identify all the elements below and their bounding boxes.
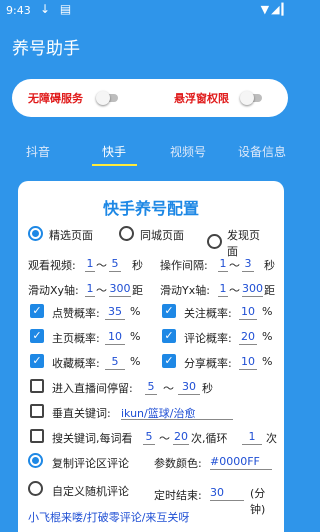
like-probability-unit: %	[130, 305, 141, 318]
search-keywords-checkbox[interactable]	[30, 429, 44, 443]
homepage-probability-checkbox[interactable]: ✓	[30, 329, 44, 343]
custom-comments-label: 自定义随机评论	[52, 485, 129, 498]
custom-comments-text[interactable]: 小飞棍来喽/打破零评论/来互关呀	[28, 509, 189, 525]
overlay-permission-toggle[interactable]	[240, 91, 264, 105]
follow-probability-unit: %	[262, 305, 273, 318]
slide-yx-max-input[interactable]: 300	[242, 282, 263, 297]
favorite-probability-input[interactable]: 5	[105, 355, 125, 370]
like-probability-input[interactable]: 35	[105, 305, 125, 320]
param-color-label: 参数颜色:	[154, 457, 202, 470]
share-probability-unit: %	[262, 355, 273, 368]
live-stay-unit: 秒	[202, 382, 213, 395]
notification-icons: ↓ ▤	[40, 2, 75, 16]
timer-end-label: 定时结束:	[154, 489, 202, 502]
overlay-permission-label: 悬浮窗权限	[174, 92, 229, 105]
vertical-keywords-checkbox[interactable]	[30, 404, 44, 418]
slide-yx-sep: ～	[229, 284, 240, 297]
live-stay-min-input[interactable]: 5	[145, 380, 157, 395]
radio-copy-comments[interactable]	[28, 453, 43, 468]
radio-custom-comments[interactable]	[28, 481, 43, 496]
accessibility-service-toggle[interactable]	[96, 91, 120, 105]
watch-video-label: 观看视频:	[28, 259, 76, 272]
watch-video-unit: 秒	[132, 259, 143, 272]
favorite-probability-checkbox[interactable]: ✓	[30, 354, 44, 368]
op-interval-unit: 秒	[264, 259, 275, 272]
follow-probability-label: 关注概率:	[184, 307, 232, 320]
favorite-probability-label: 收藏概率:	[52, 357, 100, 370]
config-title: 快手养号配置	[102, 199, 199, 218]
slide-yx-unit: 距	[264, 284, 275, 297]
vertical-keywords-label: 垂直关键词:	[52, 407, 111, 420]
homepage-probability-unit: %	[130, 330, 141, 343]
status-time: 9:43	[6, 4, 31, 17]
op-interval-sep: ～	[229, 259, 240, 272]
slide-xy-label: 滑动Xy轴:	[28, 284, 79, 297]
radio-featured-page[interactable]	[28, 226, 43, 241]
search-keywords-loop-input[interactable]: 1	[242, 430, 262, 445]
homepage-probability-input[interactable]: 10	[105, 330, 125, 345]
param-color-input[interactable]: #0000FF	[210, 455, 272, 470]
search-keywords-unit: 次,循环	[191, 432, 228, 445]
copy-comments-label: 复制评论区评论	[52, 457, 129, 470]
homepage-probability-label: 主页概率:	[52, 332, 100, 345]
follow-probability-input[interactable]: 10	[239, 305, 257, 320]
tab-shipinhao[interactable]: 视频号	[170, 143, 206, 160]
op-interval-label: 操作间隔:	[160, 259, 208, 272]
tab-device-info[interactable]: 设备信息	[238, 143, 286, 160]
follow-probability-checkbox[interactable]: ✓	[162, 304, 176, 318]
accessibility-service-label: 无障碍服务	[28, 92, 83, 105]
search-keywords-sep: ～	[159, 432, 170, 445]
search-keywords-min-input[interactable]: 5	[143, 430, 155, 445]
search-keywords-label: 搜关键词,每词看	[52, 432, 133, 445]
watch-video-min-input[interactable]: 1	[85, 257, 95, 272]
like-probability-label: 点赞概率:	[52, 307, 100, 320]
local-page-label: 同城页面	[140, 229, 184, 242]
slide-xy-unit: 距	[132, 284, 143, 297]
tab-douyin[interactable]: 抖音	[26, 143, 50, 160]
featured-page-label: 精选页面	[49, 229, 93, 242]
favorite-probability-unit: %	[130, 355, 141, 368]
share-probability-checkbox[interactable]: ✓	[162, 354, 176, 368]
live-stay-checkbox[interactable]	[30, 379, 44, 393]
comment-probability-label: 评论概率:	[184, 332, 232, 345]
status-bar: 9:43 ↓ ▤ ▼◢▎	[0, 0, 300, 22]
live-stay-sep: ～	[163, 382, 174, 395]
permissions-card: 无障碍服务 悬浮窗权限	[12, 79, 288, 117]
timer-end-unit-line1: (分	[250, 487, 266, 500]
radio-discover-page[interactable]	[207, 234, 222, 249]
tab-kuaishou[interactable]: 快手	[102, 143, 126, 160]
live-stay-label: 进入直播间停留:	[52, 382, 133, 395]
slide-xy-sep: ～	[96, 284, 107, 297]
tab-indicator	[92, 164, 137, 166]
share-probability-input[interactable]: 10	[239, 355, 257, 370]
like-probability-checkbox[interactable]: ✓	[30, 304, 44, 318]
search-keywords-max-input[interactable]: 20	[173, 430, 189, 445]
discover-page-label-line1: 发现页	[227, 229, 260, 242]
watch-video-sep: ～	[96, 259, 107, 272]
live-stay-max-input[interactable]: 30	[178, 380, 200, 395]
app-title: 养号助手	[12, 39, 80, 59]
timer-end-input[interactable]: 30	[210, 486, 244, 501]
comment-probability-checkbox[interactable]: ✓	[162, 329, 176, 343]
slide-yx-label: 滑动Yx轴:	[160, 284, 210, 297]
slide-yx-min-input[interactable]: 1	[218, 282, 228, 297]
config-panel: 快手养号配置 精选页面 同城页面 发现页 面 观看视频: 1 ～ 5 秒 操作间…	[18, 181, 284, 532]
signal-battery-icon: ▼◢▎	[260, 3, 292, 16]
op-interval-max-input[interactable]: 3	[242, 257, 254, 272]
slide-xy-max-input[interactable]: 300	[109, 282, 131, 297]
timer-end-unit-line2: 钟)	[250, 503, 266, 516]
comment-probability-input[interactable]: 20	[239, 330, 257, 345]
search-keywords-loop-unit: 次	[266, 432, 277, 445]
op-interval-min-input[interactable]: 1	[218, 257, 228, 272]
radio-local-page[interactable]	[119, 226, 134, 241]
slide-xy-min-input[interactable]: 1	[85, 282, 95, 297]
comment-probability-unit: %	[262, 330, 273, 343]
share-probability-label: 分享概率:	[184, 357, 232, 370]
watch-video-max-input[interactable]: 5	[109, 257, 121, 272]
vertical-keywords-input[interactable]: ikun/篮球/治愈	[121, 405, 233, 420]
